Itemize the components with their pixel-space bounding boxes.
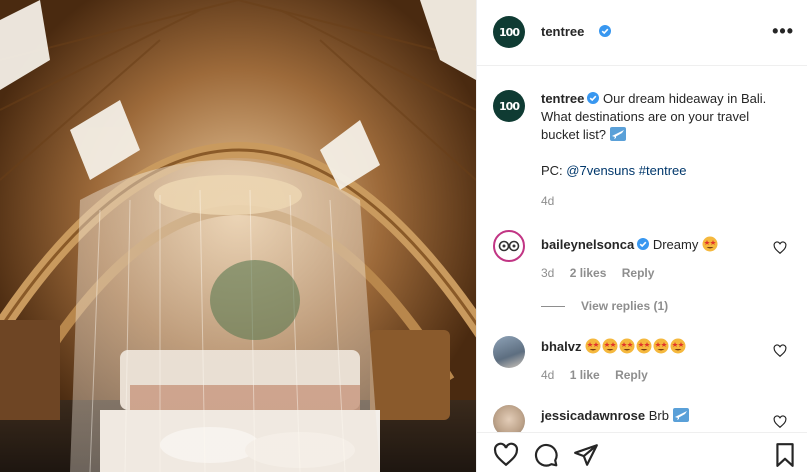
comment-username[interactable]: bhalvz: [541, 339, 581, 354]
comment-reply-button[interactable]: Reply: [615, 368, 648, 382]
comment-like-icon[interactable]: [773, 241, 787, 255]
comment-meta: 4d 1 like Reply: [541, 368, 660, 382]
verified-badge-icon: [637, 238, 650, 250]
comment-body: baileynelsonca Dreamy: [541, 236, 761, 254]
comment-meta: 3d 2 likes Reply: [541, 266, 666, 280]
comment-timestamp[interactable]: 4d: [541, 368, 554, 382]
comment-reply-button[interactable]: Reply: [622, 266, 655, 280]
post-action-bar: [477, 432, 807, 472]
comment-body: bhalvz: [541, 338, 761, 356]
star-struck-emoji-icon: [636, 338, 652, 354]
star-struck-emoji-icon: [602, 338, 618, 354]
comment-icon[interactable]: [533, 442, 559, 468]
post-header: 100 tentree •••: [477, 0, 807, 66]
photo-credit-mention[interactable]: @7vensuns: [566, 163, 635, 178]
star-struck-emoji-icon: [585, 338, 601, 354]
airplane-emoji-icon: [609, 127, 626, 141]
comment-username[interactable]: baileynelsonca: [541, 237, 634, 252]
commenter-avatar[interactable]: [493, 230, 525, 262]
post-photo[interactable]: [0, 0, 476, 472]
bamboo-treehouse-bedroom-image: [0, 0, 476, 472]
star-struck-emoji-icon: [653, 338, 669, 354]
caption-username[interactable]: tentree: [541, 91, 584, 106]
comment-like-icon[interactable]: [773, 415, 787, 429]
comment-timestamp[interactable]: 3d: [541, 266, 554, 280]
star-struck-emoji-icon: [670, 338, 686, 354]
view-replies-divider: [541, 306, 565, 308]
airplane-emoji-icon: [672, 408, 689, 422]
glasses-avatar-image: [498, 240, 520, 252]
comments-section: 100 tentree Our dream hideaway in Bali. …: [477, 66, 807, 432]
more-options-icon[interactable]: •••: [772, 22, 794, 40]
comment-text: Dreamy: [652, 237, 699, 252]
commenter-avatar[interactable]: [493, 336, 525, 368]
comment-emoji-row: [585, 338, 687, 354]
comment-likes[interactable]: 1 like: [570, 368, 600, 382]
comment-body: jessicadawnrose Brb: [541, 407, 761, 425]
star-struck-emoji-icon: [702, 236, 718, 252]
star-struck-emoji-icon: [619, 338, 635, 354]
caption-author-avatar[interactable]: 100: [493, 90, 525, 122]
author-avatar[interactable]: 100: [493, 16, 525, 48]
photo-credit-label: PC:: [541, 163, 563, 178]
view-replies-label: View replies (1): [581, 299, 669, 313]
author-username[interactable]: tentree: [541, 24, 584, 39]
post-detail-panel: 100 tentree ••• 100 tentree Our dream hi…: [476, 0, 807, 472]
caption-timestamp[interactable]: 4d: [541, 194, 554, 208]
like-icon[interactable]: [493, 442, 519, 468]
comment-username[interactable]: jessicadawnrose: [541, 408, 645, 423]
avatar-logo-text: 100: [499, 25, 520, 39]
hashtag-link[interactable]: #tentree: [639, 163, 687, 178]
comment-likes[interactable]: 2 likes: [570, 266, 607, 280]
share-icon[interactable]: [573, 442, 599, 468]
commenter-avatar[interactable]: [493, 405, 525, 432]
view-replies-button[interactable]: View replies (1): [541, 299, 668, 313]
caption-body: tentree Our dream hideaway in Bali. What…: [541, 90, 791, 180]
comment-like-icon[interactable]: [773, 344, 787, 358]
comment-text: Brb: [648, 408, 669, 423]
verified-badge-icon: [599, 25, 611, 37]
verified-badge-icon: [587, 92, 600, 104]
save-icon[interactable]: [772, 442, 798, 468]
avatar-logo-text: 100: [499, 99, 520, 113]
